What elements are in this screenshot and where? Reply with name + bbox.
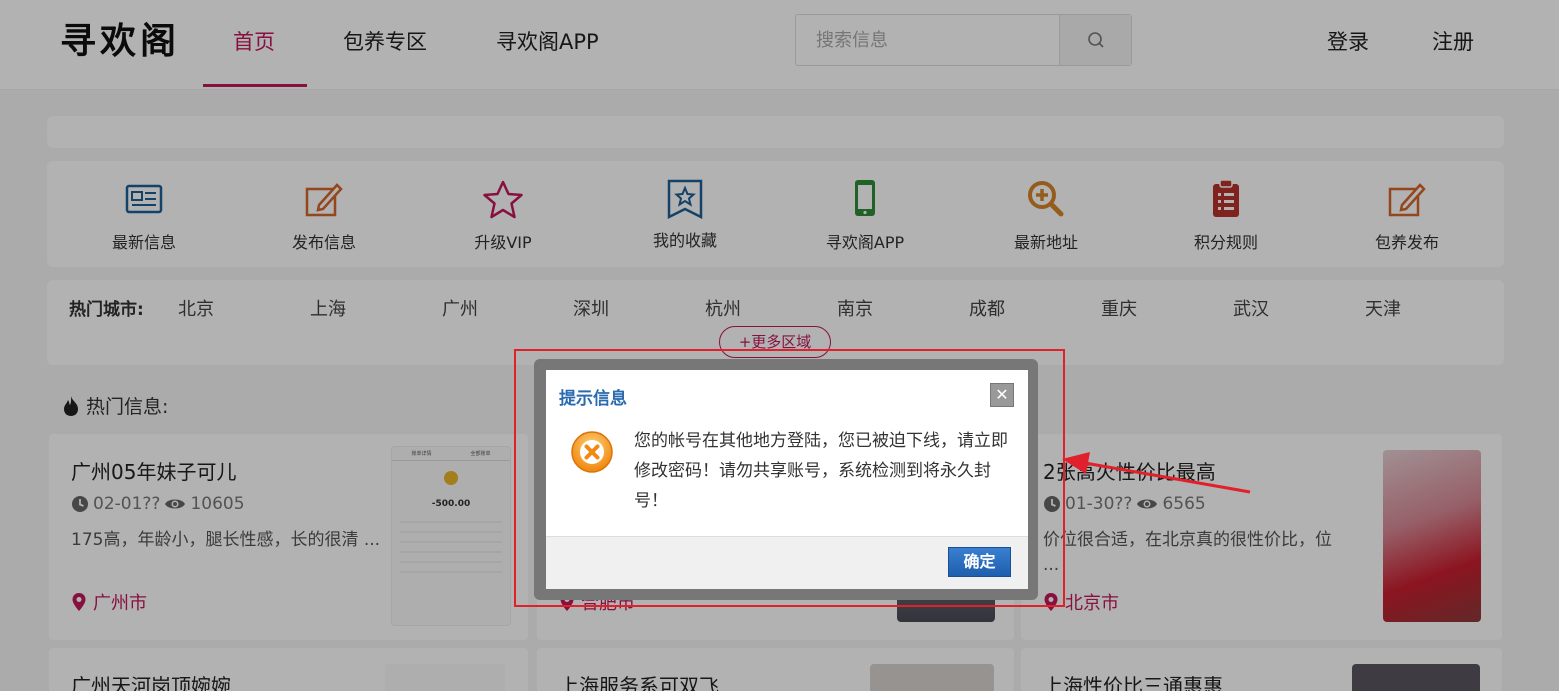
- annotation-arrow-icon: [1062, 452, 1251, 494]
